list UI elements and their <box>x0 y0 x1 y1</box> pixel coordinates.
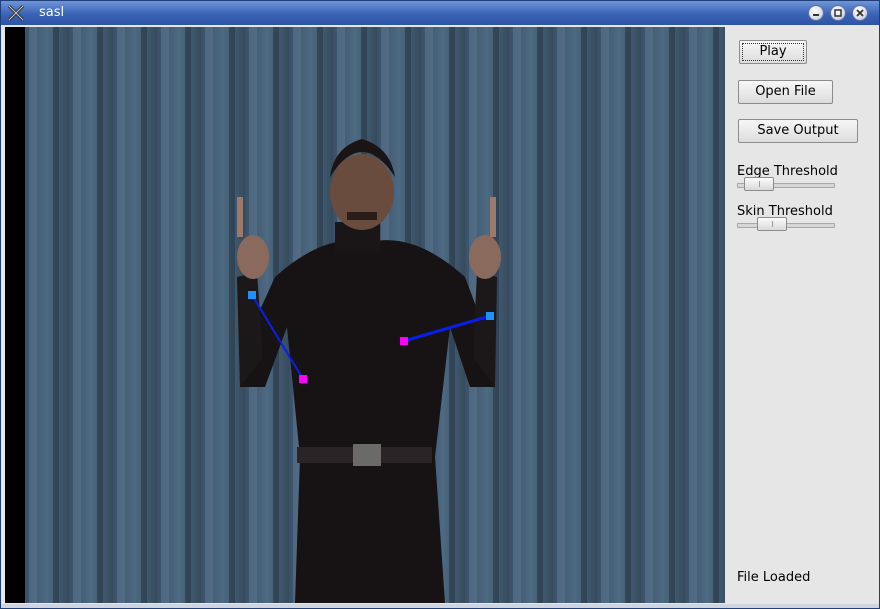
tracker-point <box>486 312 494 320</box>
tracker-point <box>299 375 307 383</box>
minimize-icon <box>813 14 819 16</box>
tracker-point <box>400 337 408 345</box>
slider-thumb[interactable] <box>744 177 774 191</box>
open-file-button[interactable]: Open File <box>738 80 833 104</box>
close-icon <box>856 9 864 17</box>
play-button[interactable]: Play <box>739 40 807 64</box>
control-panel: Play Open File Save Output Edge Threshol… <box>726 27 876 603</box>
tracker-point <box>248 291 256 299</box>
video-frame <box>5 27 725 603</box>
close-button[interactable] <box>852 5 868 21</box>
window-title: sasl <box>39 5 65 20</box>
app-window: sasl Play Open File Save Output Edge Thr… <box>0 0 880 609</box>
minimize-button[interactable] <box>808 5 824 21</box>
skin-threshold-slider[interactable] <box>737 217 835 231</box>
app-icon <box>7 4 25 22</box>
maximize-icon <box>834 9 842 17</box>
slider-thumb[interactable] <box>757 217 787 231</box>
video-view[interactable] <box>25 27 725 603</box>
edge-threshold-slider[interactable] <box>737 177 835 191</box>
save-output-button[interactable]: Save Output <box>738 119 858 143</box>
title-bar[interactable]: sasl <box>1 1 879 25</box>
maximize-button[interactable] <box>830 5 846 21</box>
video-image <box>25 27 725 603</box>
window-bottom-border <box>1 604 879 608</box>
status-text: File Loaded <box>737 570 811 585</box>
